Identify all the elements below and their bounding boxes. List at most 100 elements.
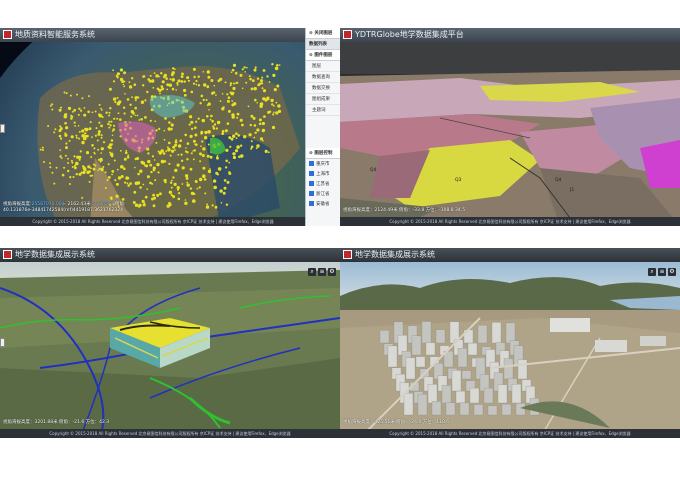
- data-point: [253, 68, 257, 72]
- data-point: [113, 117, 116, 120]
- data-point: [252, 116, 256, 120]
- checkbox-icon: [309, 201, 314, 206]
- sidebar-item-query[interactable]: 数据查询: [306, 72, 340, 83]
- data-point: [232, 86, 236, 91]
- data-point: [65, 126, 69, 130]
- layer-checkbox-jiangsu[interactable]: 江苏省: [306, 179, 340, 189]
- data-point: [172, 176, 175, 179]
- checkbox-icon: [309, 171, 314, 176]
- sidebar-item-exchange[interactable]: 数据交换: [306, 83, 340, 94]
- data-point: [199, 177, 203, 182]
- map-label: Q4: [370, 168, 377, 173]
- data-point: [236, 145, 240, 149]
- section-layer-control[interactable]: ⊗ 图层控制: [306, 148, 340, 159]
- data-point: [91, 136, 93, 138]
- search-icon[interactable]: ⌕: [308, 268, 316, 276]
- data-point: [144, 116, 147, 119]
- data-point: [207, 130, 211, 134]
- search-icon[interactable]: ⌕: [648, 268, 656, 276]
- sidebar-item-keywords[interactable]: 主题词: [306, 105, 340, 116]
- data-point: [75, 173, 79, 176]
- data-point: [59, 155, 62, 157]
- data-point: [67, 162, 70, 164]
- data-point: [209, 118, 212, 121]
- building: [457, 348, 468, 368]
- data-point: [210, 114, 213, 118]
- data-point: [100, 152, 102, 154]
- data-point: [155, 74, 159, 78]
- coordinate-readout: 视角海拔高度：3201.88米 俯角：-21.6 方位：42.3: [3, 420, 110, 425]
- left-collapse-handle[interactable]: [0, 124, 5, 133]
- data-point: [134, 203, 139, 207]
- data-point: [117, 112, 120, 115]
- data-point: [110, 139, 114, 142]
- building: [459, 402, 470, 416]
- data-point: [213, 123, 217, 126]
- data-point: [139, 186, 142, 189]
- data-point: [130, 110, 134, 114]
- layers-icon[interactable]: ≡: [658, 268, 666, 276]
- data-point: [187, 79, 190, 82]
- data-point: [108, 114, 111, 117]
- data-point: [89, 121, 92, 124]
- data-point: [219, 189, 223, 193]
- data-point: [226, 93, 229, 96]
- section-maps[interactable]: ⊗ 图件图册: [306, 50, 340, 61]
- panel-top-right: YDTRGlobe地学数据集成平台 Q4 Q3 J1 Qd 视角海拔高度：212…: [340, 28, 680, 226]
- data-point: [114, 179, 117, 182]
- data-point: [107, 163, 110, 166]
- globe-view[interactable]: [0, 28, 340, 226]
- data-point: [80, 109, 83, 112]
- data-point: [71, 166, 74, 168]
- layer-checkbox-chongqing[interactable]: 重庆市: [306, 159, 340, 169]
- data-point: [110, 120, 113, 123]
- data-point: [229, 84, 232, 87]
- data-point: [190, 120, 194, 124]
- building: [415, 356, 426, 368]
- data-point: [111, 134, 114, 137]
- data-point: [199, 152, 202, 156]
- close-layer-button[interactable]: ⊗ 关闭图层: [306, 28, 340, 39]
- data-point: [94, 164, 97, 167]
- data-point: [63, 114, 68, 119]
- data-point: [100, 167, 104, 172]
- left-collapse-handle[interactable]: [0, 338, 5, 347]
- data-point: [143, 164, 146, 167]
- data-point: [192, 199, 196, 203]
- sidebar-item-layers[interactable]: 图层: [306, 61, 340, 72]
- data-point: [186, 151, 189, 154]
- layer-checkbox-shanghai[interactable]: 上海市: [306, 169, 340, 179]
- data-point: [229, 145, 232, 148]
- section-data-list[interactable]: 数据列表: [306, 39, 340, 50]
- city-view[interactable]: [340, 248, 680, 438]
- data-point: [239, 73, 243, 77]
- data-point: [262, 139, 264, 142]
- data-point: [203, 83, 207, 87]
- data-point: [94, 152, 96, 155]
- data-point: [153, 72, 156, 74]
- data-point: [170, 193, 173, 197]
- data-point: [126, 156, 130, 159]
- app-logo-icon: [343, 250, 352, 259]
- data-point: [270, 98, 274, 103]
- data-point: [152, 204, 156, 208]
- data-point: [134, 106, 137, 110]
- sidebar-item-results[interactable]: 图组成果: [306, 94, 340, 105]
- layer-checkbox-anhui[interactable]: 安徽省: [306, 199, 340, 209]
- settings-icon[interactable]: ⚙: [668, 268, 676, 276]
- data-point: [86, 134, 89, 138]
- layers-icon[interactable]: ≡: [318, 268, 326, 276]
- data-point: [205, 205, 210, 209]
- data-point: [200, 94, 204, 98]
- terrain-view[interactable]: [340, 28, 680, 226]
- layer-checkbox-zhejiang[interactable]: 浙江省: [306, 189, 340, 199]
- data-point: [158, 88, 162, 93]
- data-point: [82, 170, 86, 175]
- data-point: [134, 157, 137, 161]
- settings-icon[interactable]: ⚙: [328, 268, 336, 276]
- building: [473, 404, 484, 416]
- model-view[interactable]: [0, 248, 340, 438]
- building: [477, 325, 488, 344]
- data-point: [82, 136, 87, 141]
- data-point: [69, 94, 72, 97]
